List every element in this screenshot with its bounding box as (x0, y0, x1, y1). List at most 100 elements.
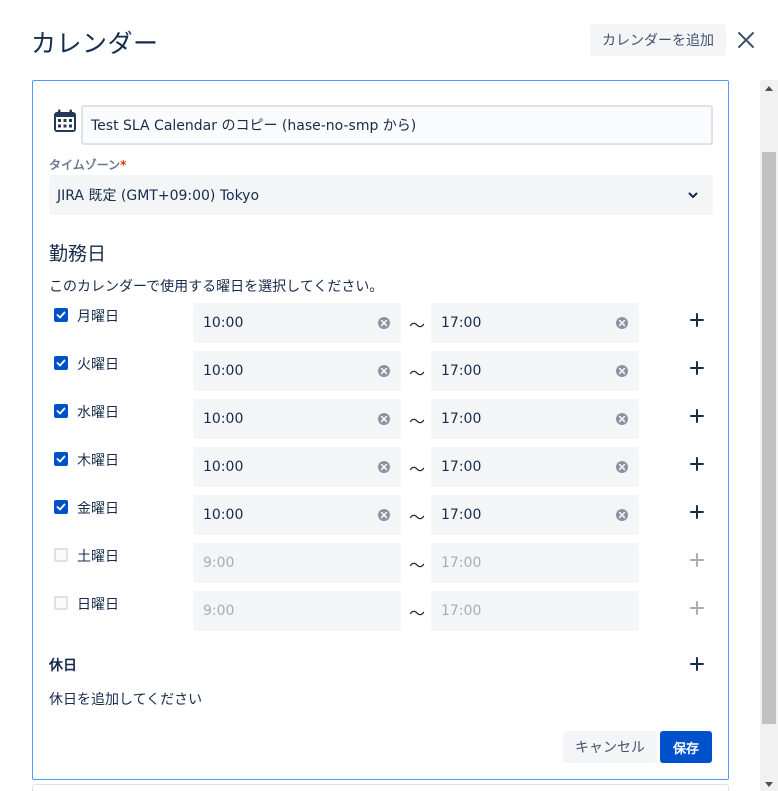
day-checkbox[interactable] (54, 596, 68, 610)
end-time-field[interactable]: 17:00 (431, 543, 639, 583)
clear-time-button[interactable] (615, 460, 629, 474)
day-checkbox[interactable] (54, 500, 68, 514)
start-time-field[interactable]: 10:00 (193, 399, 401, 439)
day-checkbox[interactable] (54, 452, 68, 466)
clear-icon (378, 317, 390, 329)
working-day-row: 日曜日 9:00 17:00 〜 (33, 591, 730, 631)
end-time-value: 17:00 (441, 555, 482, 571)
time-range-separator: 〜 (409, 556, 426, 575)
add-time-range-button[interactable] (687, 454, 707, 474)
day-label: 金曜日 (77, 501, 119, 517)
calendar-icon (54, 109, 76, 132)
scrollbar-thumb[interactable] (762, 152, 776, 724)
clear-time-button[interactable] (615, 412, 629, 426)
clear-icon (378, 365, 390, 377)
plus-icon (690, 553, 704, 567)
start-time-field[interactable]: 10:00 (193, 447, 401, 487)
working-day-row: 火曜日 10:00 17:00 〜 (33, 351, 730, 391)
chevron-down-icon (688, 192, 698, 198)
clear-icon (378, 461, 390, 473)
add-time-range-button[interactable] (687, 358, 707, 378)
day-checkbox[interactable] (54, 404, 68, 418)
end-time-field[interactable]: 17:00 (431, 399, 639, 439)
end-time-field[interactable]: 17:00 (431, 447, 639, 487)
end-time-field[interactable]: 17:00 (431, 351, 639, 391)
end-time-field[interactable]: 17:00 (431, 495, 639, 535)
start-time-field[interactable]: 10:00 (193, 351, 401, 391)
end-time-value: 17:00 (441, 363, 482, 379)
calendar-editor-card: タイムゾーン* JIRA 既定 (GMT+09:00) Tokyo 勤務日 この… (32, 80, 729, 780)
checkmark-icon (56, 311, 66, 319)
working-day-row: 土曜日 9:00 17:00 〜 (33, 543, 730, 583)
end-time-field[interactable]: 17:00 (431, 303, 639, 343)
add-holiday-button[interactable] (687, 654, 707, 674)
scroll-down-arrow-icon[interactable] (765, 782, 773, 787)
end-time-value: 17:00 (441, 315, 482, 331)
add-time-range-button[interactable] (687, 310, 707, 330)
add-time-range-button[interactable] (687, 550, 707, 570)
start-time-value: 10:00 (203, 459, 244, 475)
clear-time-button[interactable] (377, 412, 391, 426)
start-time-field[interactable]: 10:00 (193, 495, 401, 535)
clear-time-button[interactable] (615, 364, 629, 378)
start-time-field[interactable]: 10:00 (193, 303, 401, 343)
clear-time-button[interactable] (615, 508, 629, 522)
end-time-value: 17:00 (441, 507, 482, 523)
day-label: 月曜日 (77, 309, 119, 325)
day-checkbox[interactable] (54, 308, 68, 322)
clear-icon (378, 413, 390, 425)
add-time-range-button[interactable] (687, 598, 707, 618)
holidays-empty-text: 休日を追加してください (49, 692, 203, 708)
required-mark: * (120, 158, 127, 172)
end-time-field[interactable]: 17:00 (431, 591, 639, 631)
start-time-value: 10:00 (203, 411, 244, 427)
dialog-header: カレンダー カレンダーを追加 (0, 0, 778, 80)
clear-time-button[interactable] (377, 364, 391, 378)
working-day-row: 金曜日 10:00 17:00 〜 (33, 495, 730, 535)
day-label: 日曜日 (77, 597, 119, 613)
scroll-up-arrow-icon[interactable] (765, 86, 773, 91)
checkmark-icon (56, 407, 66, 415)
clear-time-button[interactable] (377, 316, 391, 330)
working-day-row: 木曜日 10:00 17:00 〜 (33, 447, 730, 487)
day-label: 水曜日 (77, 405, 119, 421)
start-time-field[interactable]: 9:00 (193, 543, 401, 583)
end-time-value: 17:00 (441, 411, 482, 427)
plus-icon (690, 361, 704, 375)
plus-icon (690, 601, 704, 615)
checkmark-icon (56, 455, 66, 463)
plus-icon (690, 457, 704, 471)
clear-icon (616, 413, 628, 425)
day-checkbox[interactable] (54, 548, 68, 562)
clear-time-button[interactable] (377, 508, 391, 522)
start-time-value: 10:00 (203, 363, 244, 379)
save-button[interactable]: 保存 (660, 731, 712, 763)
cancel-button[interactable]: キャンセル (563, 731, 657, 763)
day-checkbox[interactable] (54, 356, 68, 370)
clear-icon (616, 317, 628, 329)
start-time-value: 9:00 (203, 603, 235, 619)
clear-icon (616, 509, 628, 521)
close-button[interactable] (732, 26, 760, 54)
clear-icon (616, 365, 628, 377)
start-time-field[interactable]: 9:00 (193, 591, 401, 631)
timezone-value: JIRA 既定 (GMT+09:00) Tokyo (57, 188, 260, 204)
time-range-separator: 〜 (409, 604, 426, 623)
plus-icon (690, 313, 704, 327)
add-calendar-button[interactable]: カレンダーを追加 (590, 24, 726, 56)
clear-time-button[interactable] (615, 316, 629, 330)
add-time-range-button[interactable] (687, 502, 707, 522)
day-label: 土曜日 (77, 549, 119, 565)
vertical-scrollbar[interactable] (760, 80, 778, 791)
time-range-separator: 〜 (409, 364, 426, 383)
calendar-name-input[interactable] (81, 105, 713, 145)
start-time-value: 10:00 (203, 315, 244, 331)
timezone-select[interactable]: JIRA 既定 (GMT+09:00) Tokyo (49, 175, 713, 215)
day-label: 火曜日 (77, 357, 119, 373)
plus-icon (690, 505, 704, 519)
clear-time-button[interactable] (377, 460, 391, 474)
start-time-value: 10:00 (203, 507, 244, 523)
plus-icon (690, 657, 704, 671)
add-time-range-button[interactable] (687, 406, 707, 426)
timezone-label: タイムゾーン* (49, 158, 127, 172)
